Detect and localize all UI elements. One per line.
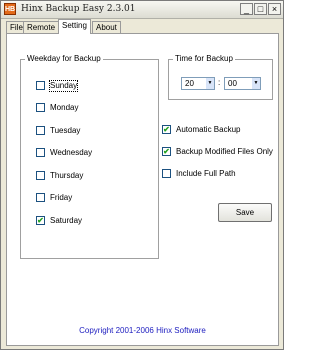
weekday-legend: Weekday for Backup bbox=[25, 54, 103, 63]
checkbox-tuesday[interactable] bbox=[36, 126, 45, 135]
label-saturday[interactable]: Saturday bbox=[50, 216, 82, 226]
label-automatic-backup[interactable]: Automatic Backup bbox=[176, 125, 240, 135]
checkbox-wednesday[interactable] bbox=[36, 148, 45, 157]
minimize-button[interactable]: _ bbox=[240, 3, 253, 15]
checkbox-sunday[interactable] bbox=[36, 81, 45, 90]
label-monday[interactable]: Monday bbox=[50, 103, 78, 113]
settings-panel: Weekday for Backup Sunday Monday Tuesday… bbox=[6, 33, 279, 346]
close-button[interactable]: × bbox=[268, 3, 281, 15]
label-sunday[interactable]: Sunday bbox=[48, 80, 79, 92]
tab-remote[interactable]: Remote bbox=[23, 21, 60, 33]
hour-select[interactable]: 20 ▼ bbox=[181, 77, 215, 90]
app-window: HB Hinx Backup Easy 2.3.01 _ □ × File Re… bbox=[0, 0, 284, 350]
checkbox-monday[interactable] bbox=[36, 103, 45, 112]
tab-about[interactable]: About bbox=[92, 21, 121, 33]
app-icon: HB bbox=[4, 3, 16, 15]
checkbox-full-path[interactable] bbox=[162, 169, 171, 178]
save-button[interactable]: Save bbox=[218, 203, 272, 222]
label-wednesday[interactable]: Wednesday bbox=[50, 148, 92, 158]
checkbox-friday[interactable] bbox=[36, 193, 45, 202]
label-friday[interactable]: Friday bbox=[50, 193, 72, 203]
weekday-group: Weekday for Backup Sunday Monday Tuesday… bbox=[20, 54, 159, 259]
hour-value: 20 bbox=[185, 79, 194, 88]
title-bar[interactable]: HB Hinx Backup Easy 2.3.01 _ □ × bbox=[1, 1, 283, 19]
maximize-button[interactable]: □ bbox=[254, 3, 267, 15]
minute-dropdown-arrow-icon[interactable]: ▼ bbox=[252, 78, 260, 89]
copyright-text: Copyright 2001-2006 Hinx Software bbox=[79, 326, 206, 335]
hour-dropdown-arrow-icon[interactable]: ▼ bbox=[206, 78, 214, 89]
time-separator: : bbox=[218, 78, 221, 87]
checkbox-automatic-backup[interactable]: ✔ bbox=[162, 125, 171, 134]
time-group: Time for Backup 20 ▼ : 00 ▼ bbox=[168, 54, 273, 100]
tab-setting[interactable]: Setting bbox=[58, 19, 91, 34]
time-legend: Time for Backup bbox=[173, 54, 235, 63]
label-full-path[interactable]: Include Full Path bbox=[176, 169, 236, 179]
minute-value: 00 bbox=[228, 79, 237, 88]
minute-select[interactable]: 00 ▼ bbox=[224, 77, 261, 90]
window-title: Hinx Backup Easy 2.3.01 bbox=[21, 4, 136, 14]
checkbox-modified-only[interactable]: ✔ bbox=[162, 147, 171, 156]
label-thursday[interactable]: Thursday bbox=[50, 171, 83, 181]
checkbox-thursday[interactable] bbox=[36, 171, 45, 180]
label-tuesday[interactable]: Tuesday bbox=[50, 126, 80, 136]
label-modified-only[interactable]: Backup Modified Files Only bbox=[176, 147, 273, 157]
checkbox-saturday[interactable]: ✔ bbox=[36, 216, 45, 225]
